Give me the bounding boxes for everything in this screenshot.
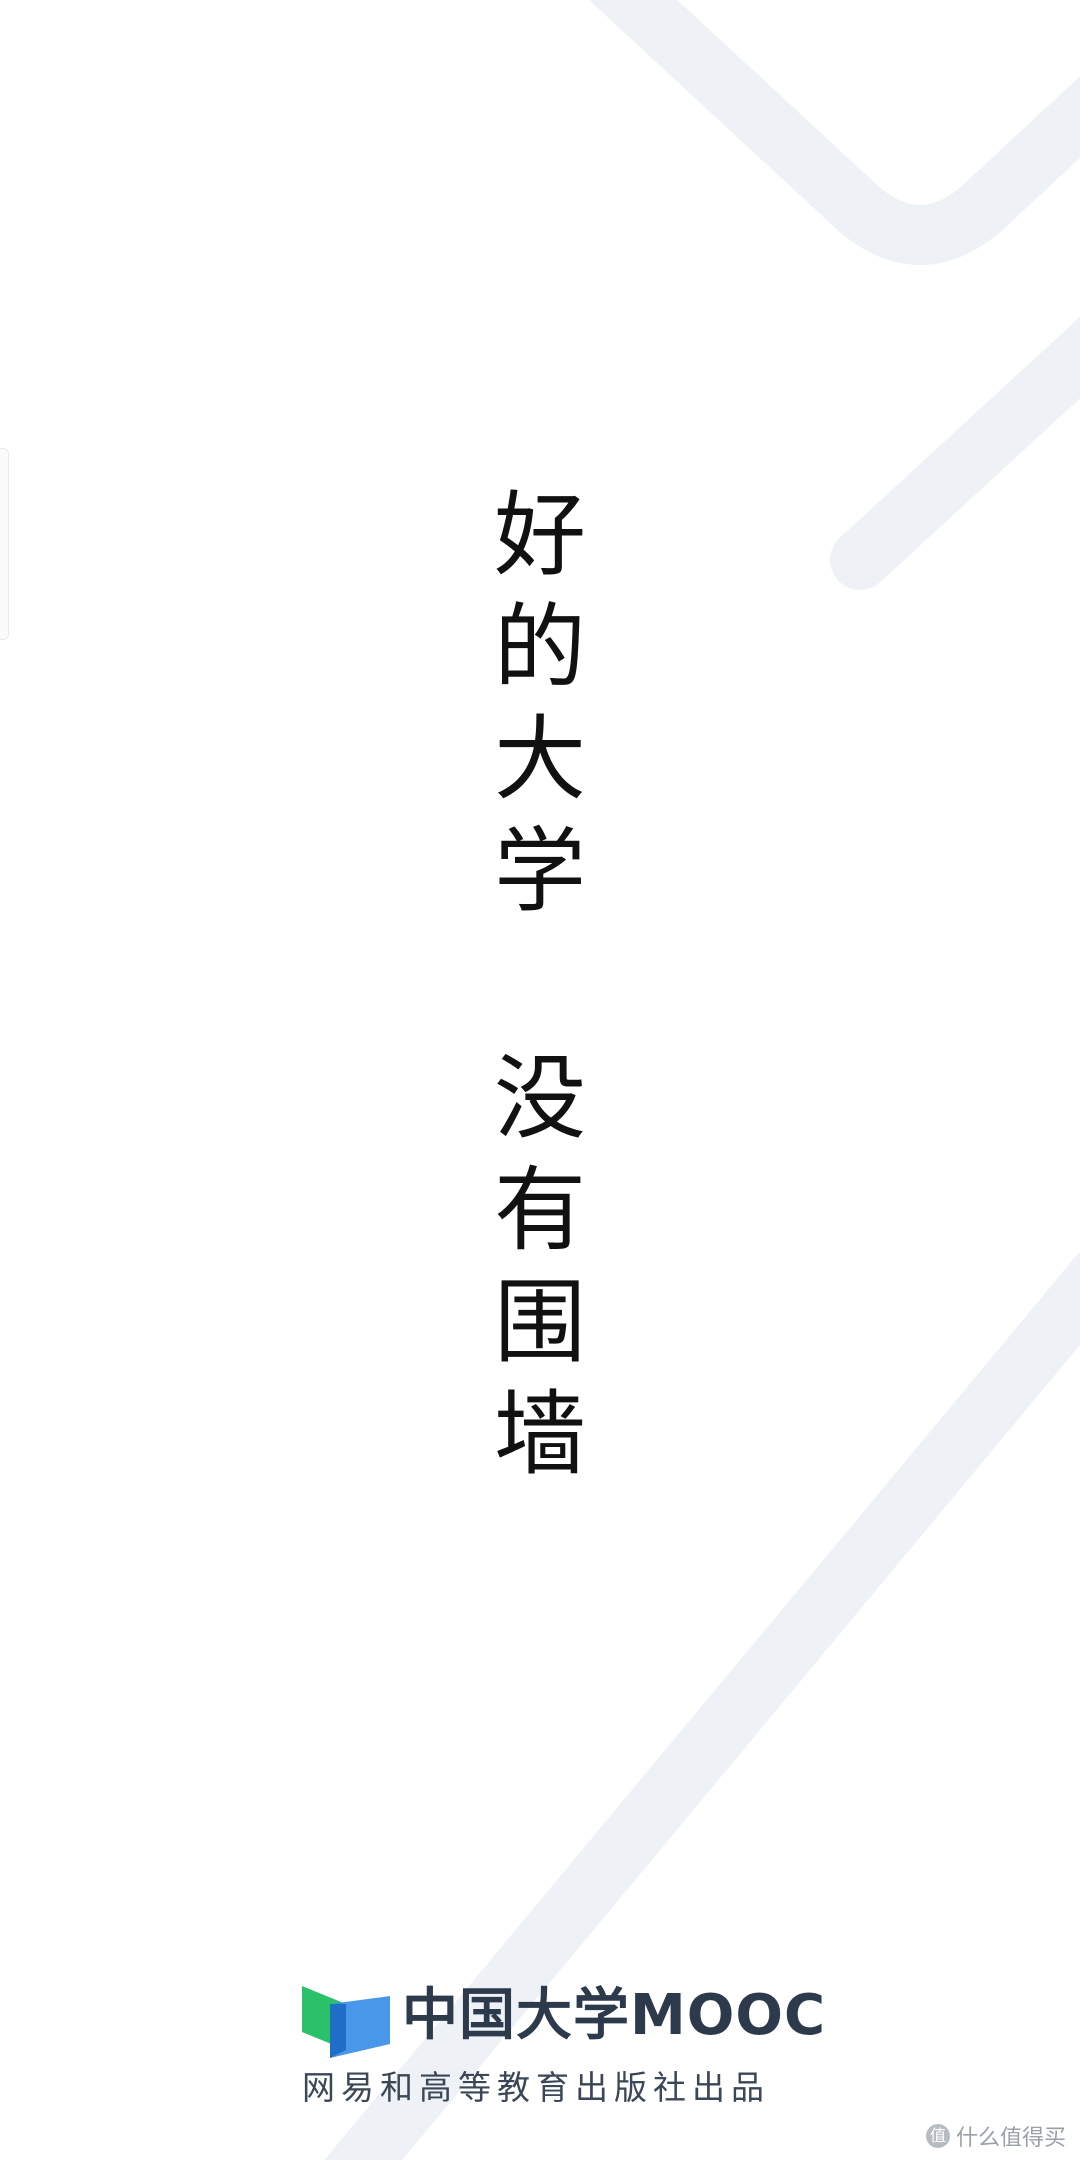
top-right-curve — [589, 0, 1080, 265]
slogan-char: 有 — [493, 1157, 586, 1264]
slogan-char: 的 — [493, 594, 586, 701]
brand-name: 中国大学MOOC — [402, 1983, 827, 2048]
slogan-line-1: 好 的 大 学 — [490, 480, 590, 928]
open-book-logo-icon — [302, 1986, 390, 2058]
slogan-char: 学 — [493, 818, 586, 925]
watermark-text: 什么值得买 — [955, 2126, 1066, 2151]
watermark: 值 什么值得买 — [925, 2120, 1066, 2152]
slogan-char: 没 — [493, 1045, 586, 1152]
slogan-char: 大 — [493, 706, 586, 813]
slogan-char: 围 — [493, 1269, 586, 1376]
right-diagonal — [830, 316, 1080, 590]
edge-handle[interactable] — [0, 448, 9, 640]
slogan-line-2: 没 有 围 墙 — [490, 1043, 590, 1491]
slogan-char: 墙 — [493, 1381, 586, 1488]
smzdm-logo-icon: 值 — [925, 2124, 950, 2148]
brand-lockup: 中国大学MOOC 网易和高等教育出版社出品 — [300, 1974, 825, 2107]
background-lines — [324, 0, 1080, 2160]
logo-overlap — [330, 2004, 346, 2058]
slogan-char: 好 — [493, 482, 586, 589]
brand-subtitle: 网易和高等教育出版社出品 — [302, 2068, 770, 2107]
splash-screen: 好 的 大 学 没 有 围 墙 中国大学MOOC 网易和高等教育出版社出品 值 … — [0, 0, 1080, 2160]
